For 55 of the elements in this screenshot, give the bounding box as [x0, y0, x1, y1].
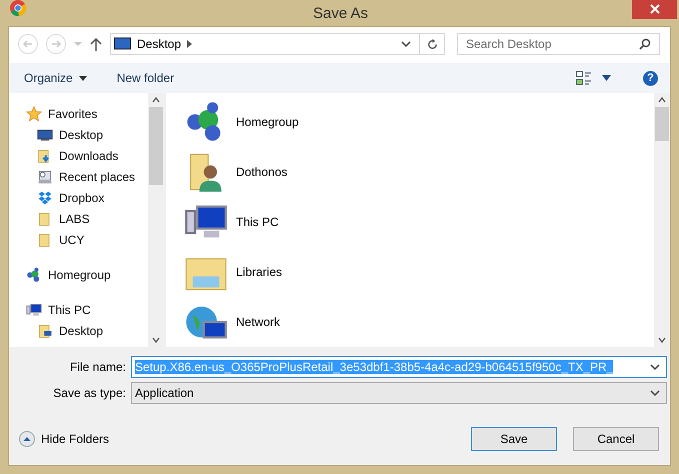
close-button[interactable]	[632, 0, 677, 19]
refresh-icon	[426, 38, 438, 50]
chevron-down-icon	[650, 389, 660, 397]
window-title: Save As	[312, 4, 368, 22]
cancel-button[interactable]: Cancel	[573, 427, 659, 451]
star-icon	[26, 106, 42, 122]
back-arrow-icon	[22, 38, 34, 50]
sidebar-item[interactable]: Recent places	[26, 166, 148, 187]
hide-folders-button[interactable]: Hide Folders	[19, 431, 110, 447]
save-button[interactable]: Save	[471, 427, 557, 451]
new-folder-button[interactable]: New folder	[116, 69, 174, 87]
sidebar-item[interactable]: Downloads	[26, 145, 148, 166]
chevron-right-icon	[187, 40, 192, 48]
sidebar-item[interactable]: LABS	[26, 208, 148, 229]
view-options-icon[interactable]	[576, 70, 592, 86]
sidebar-item[interactable]: This PC	[26, 299, 148, 320]
homegroup-icon	[26, 266, 42, 282]
search-field[interactable]: Search Desktop	[457, 33, 660, 55]
address-bar[interactable]: Desktop	[110, 33, 445, 55]
chevron-up-icon	[19, 431, 35, 447]
sidebar-item[interactable]: Homegroup	[26, 264, 148, 285]
recent-places-icon	[37, 168, 53, 184]
computer-icon	[26, 302, 42, 318]
folder-item[interactable]: This PC	[184, 197, 654, 247]
chevron-down-icon[interactable]	[401, 40, 411, 48]
breadcrumb[interactable]: Desktop	[137, 37, 182, 51]
folder-item[interactable]: Dothonos	[184, 147, 654, 197]
folder-item[interactable]: Homegroup	[184, 97, 654, 147]
sidebar-item[interactable]: Desktop	[26, 320, 148, 341]
organize-menu[interactable]: Organize	[24, 69, 87, 87]
chevron-down-icon[interactable]	[650, 363, 660, 371]
sidebar-item[interactable]: Dropbox	[26, 187, 148, 208]
dropbox-icon	[37, 190, 53, 206]
sidebar-item[interactable]: UCY	[26, 229, 148, 250]
close-icon	[650, 4, 660, 14]
field-label: Save as type:	[52, 386, 127, 400]
scrollbar[interactable]	[654, 93, 670, 347]
field-label: File name:	[68, 360, 127, 374]
forward-arrow-icon	[50, 38, 62, 50]
file-type-dropdown[interactable]: Application	[131, 382, 667, 404]
folder-item[interactable]: Libraries	[184, 247, 654, 297]
scrollbar[interactable]	[148, 93, 164, 347]
up-arrow-icon[interactable]	[90, 37, 102, 51]
sidebar-item[interactable]: Desktop	[26, 124, 148, 145]
caret-icon[interactable]	[602, 75, 611, 81]
help-button[interactable]: ?	[643, 70, 658, 86]
caret-icon	[78, 76, 87, 80]
browser-logo-icon	[10, 0, 26, 16]
sidebar-item[interactable]: Favorites	[26, 103, 148, 124]
folder-item[interactable]: Network	[184, 297, 654, 347]
scroll-thumb[interactable]	[149, 107, 163, 185]
scroll-thumb[interactable]	[655, 107, 669, 141]
monitor-icon	[114, 37, 131, 51]
folder-icon	[37, 322, 53, 338]
search-icon	[639, 38, 651, 50]
